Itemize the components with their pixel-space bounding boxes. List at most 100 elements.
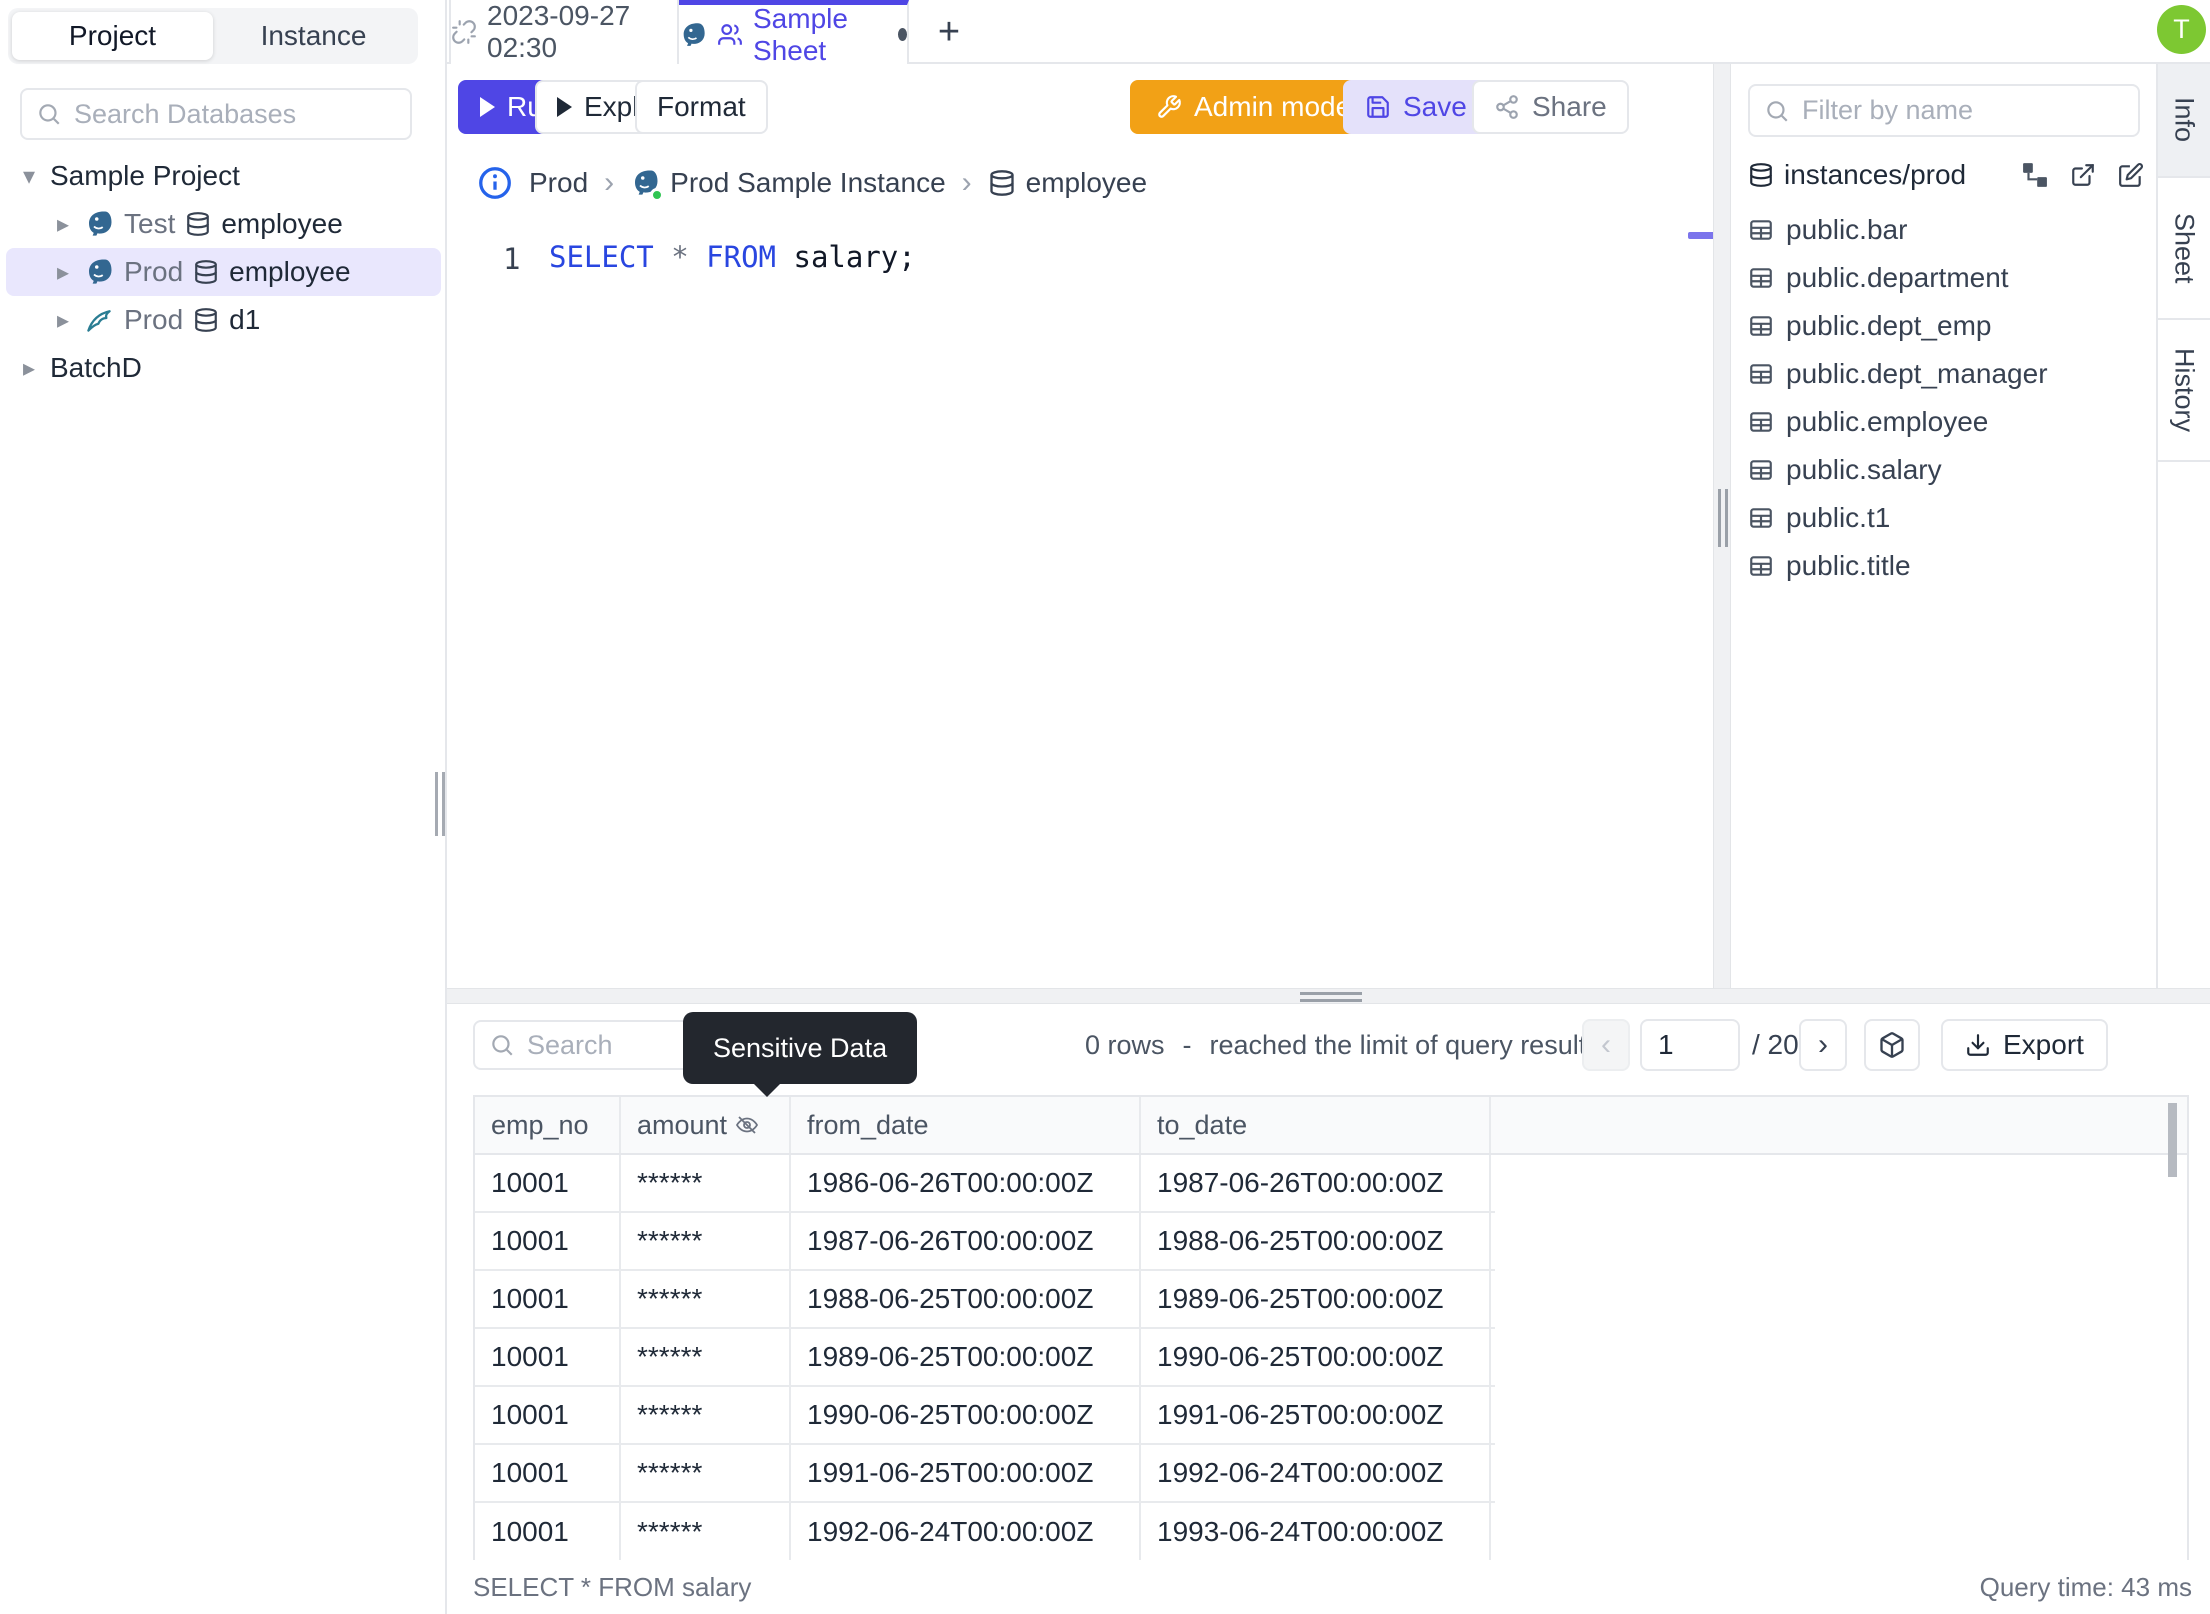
sql-code-line[interactable]: SELECT * FROM salary;	[549, 240, 916, 274]
tree-item-prod-employee[interactable]: ▸ Prod employee	[6, 248, 441, 296]
database-search[interactable]	[20, 88, 412, 140]
tab-instance[interactable]: Instance	[213, 12, 414, 60]
cell[interactable]: 1990-06-25T00:00:00Z	[791, 1387, 1141, 1443]
eye-off-icon[interactable]	[735, 1113, 759, 1137]
cell[interactable]: 1987-06-26T00:00:00Z	[791, 1213, 1141, 1269]
caret-right-icon[interactable]: ▸	[52, 210, 74, 239]
cell[interactable]: ******	[621, 1387, 791, 1443]
share-button[interactable]: Share	[1472, 80, 1629, 134]
tree-item-test-employee[interactable]: ▸ Test employee	[0, 200, 447, 248]
cell[interactable]: 1992-06-24T00:00:00Z	[1141, 1445, 1491, 1501]
tab-sheet[interactable]: Sheet	[2158, 178, 2210, 320]
cell[interactable]: 1987-06-26T00:00:00Z	[1141, 1155, 1491, 1211]
tree-item-batchd[interactable]: ▸ BatchD	[0, 344, 447, 392]
cell[interactable]: 1992-06-24T00:00:00Z	[791, 1503, 1141, 1561]
cell[interactable]: 1988-06-25T00:00:00Z	[791, 1271, 1141, 1327]
sql-keyword: FROM	[706, 240, 777, 274]
prev-page-button[interactable]: ‹	[1582, 1019, 1630, 1071]
cell[interactable]: 10001	[475, 1213, 621, 1269]
cell[interactable]: 10001	[475, 1271, 621, 1327]
database-label: employee	[1025, 167, 1148, 198]
table-filter[interactable]	[1748, 84, 2140, 137]
cell[interactable]: 1988-06-25T00:00:00Z	[1141, 1213, 1491, 1269]
cell[interactable]: 1991-06-25T00:00:00Z	[791, 1445, 1141, 1501]
table-list-item[interactable]: public.t1	[1731, 494, 2156, 542]
database-search-input[interactable]	[74, 98, 396, 130]
tree-item-sample-project[interactable]: ▾ Sample Project	[0, 152, 447, 200]
table-list-item[interactable]: public.department	[1731, 254, 2156, 302]
external-link-icon[interactable]	[2070, 162, 2096, 188]
play-icon	[480, 97, 495, 117]
save-button[interactable]: Save	[1343, 80, 1489, 134]
table-list-item[interactable]: public.dept_emp	[1731, 302, 2156, 350]
column-header[interactable]: from_date	[791, 1097, 1141, 1153]
cell[interactable]: 10001	[475, 1387, 621, 1443]
cell[interactable]: 1986-06-26T00:00:00Z	[791, 1155, 1141, 1211]
table-row: 10001 ****** 1989-06-25T00:00:00Z 1990-0…	[475, 1329, 1495, 1387]
cell[interactable]: 1993-06-24T00:00:00Z	[1141, 1503, 1491, 1561]
tree-item-prod-d1[interactable]: ▸ Prod d1	[0, 296, 447, 344]
cell[interactable]: ******	[621, 1271, 791, 1327]
avatar[interactable]: T	[2157, 5, 2206, 54]
next-page-button[interactable]: ›	[1799, 1019, 1847, 1071]
cell[interactable]: ******	[621, 1213, 791, 1269]
caret-right-icon[interactable]: ▸	[52, 258, 74, 287]
caret-right-icon[interactable]: ▸	[52, 306, 74, 335]
row-count: 0 rows	[1085, 1029, 1165, 1060]
cell[interactable]: ******	[621, 1329, 791, 1385]
table-filter-input[interactable]	[1802, 95, 2124, 126]
cell[interactable]: 10001	[475, 1155, 621, 1211]
tooltip-text: Sensitive Data	[713, 1032, 888, 1063]
breadcrumb-instance[interactable]: Prod Sample Instance	[630, 167, 946, 202]
save-icon	[1365, 94, 1391, 120]
table-list-item[interactable]: public.salary	[1731, 446, 2156, 494]
cell[interactable]: 1989-06-25T00:00:00Z	[1141, 1271, 1491, 1327]
cell[interactable]: ******	[621, 1155, 791, 1211]
format-button[interactable]: Format	[635, 80, 768, 134]
cell[interactable]: 1989-06-25T00:00:00Z	[791, 1329, 1141, 1385]
tab-info[interactable]: Info	[2158, 64, 2210, 178]
schema-diagram-icon[interactable]	[2022, 162, 2048, 188]
column-header[interactable]: emp_no	[475, 1097, 621, 1153]
table-icon	[1748, 457, 1774, 483]
breadcrumb-database[interactable]: employee	[988, 167, 1147, 199]
sidebar-resize-handle[interactable]	[435, 772, 445, 836]
tab-sample-sheet[interactable]: Sample Sheet	[679, 0, 909, 66]
cell[interactable]: 1991-06-25T00:00:00Z	[1141, 1387, 1491, 1443]
breadcrumb: Prod › Prod Sample Instance › employee	[447, 150, 1713, 216]
table-list-item[interactable]: public.employee	[1731, 398, 2156, 446]
info-icon[interactable]	[477, 165, 513, 201]
table-name: public.dept_manager	[1786, 358, 2048, 389]
results-resize-handle[interactable]	[1300, 992, 1362, 1002]
grid-scrollbar-thumb[interactable]	[2168, 1103, 2177, 1177]
database-label: d1	[229, 304, 261, 335]
cell[interactable]: 10001	[475, 1445, 621, 1501]
cell[interactable]: 10001	[475, 1329, 621, 1385]
masking-cube-button[interactable]	[1864, 1019, 1920, 1071]
table-list-item[interactable]: public.dept_manager	[1731, 350, 2156, 398]
table-icon	[1748, 553, 1774, 579]
caret-right-icon[interactable]: ▸	[18, 354, 40, 383]
table-list-item[interactable]: public.bar	[1731, 206, 2156, 254]
panel-resize-handle[interactable]	[1718, 489, 1728, 547]
page-number-input[interactable]	[1640, 1019, 1740, 1071]
cell[interactable]: 10001	[475, 1503, 621, 1561]
sql-editor[interactable]: 1 SELECT * FROM salary;	[447, 216, 1716, 988]
caret-down-icon[interactable]: ▾	[18, 162, 40, 191]
instance-path-row: instances/prod	[1748, 152, 2144, 198]
cell[interactable]: ******	[621, 1503, 791, 1561]
table-list-item[interactable]: public.title	[1731, 542, 2156, 590]
tab-history[interactable]: History	[2158, 320, 2210, 462]
edit-icon[interactable]	[2118, 162, 2144, 188]
column-header[interactable]: amount	[621, 1097, 791, 1153]
column-header[interactable]: to_date	[1141, 1097, 1491, 1153]
cell[interactable]: 1990-06-25T00:00:00Z	[1141, 1329, 1491, 1385]
environment-label: Prod	[124, 256, 184, 287]
new-tab-button[interactable]: +	[925, 8, 973, 56]
export-button[interactable]: Export	[1941, 1019, 2108, 1071]
tab-unsaved-sheet[interactable]: 2023-09-27 02:30	[449, 0, 679, 64]
admin-mode-button[interactable]: Admin mode	[1130, 80, 1378, 134]
tab-project[interactable]: Project	[12, 12, 213, 60]
breadcrumb-environment[interactable]: Prod	[529, 167, 588, 199]
cell[interactable]: ******	[621, 1445, 791, 1501]
